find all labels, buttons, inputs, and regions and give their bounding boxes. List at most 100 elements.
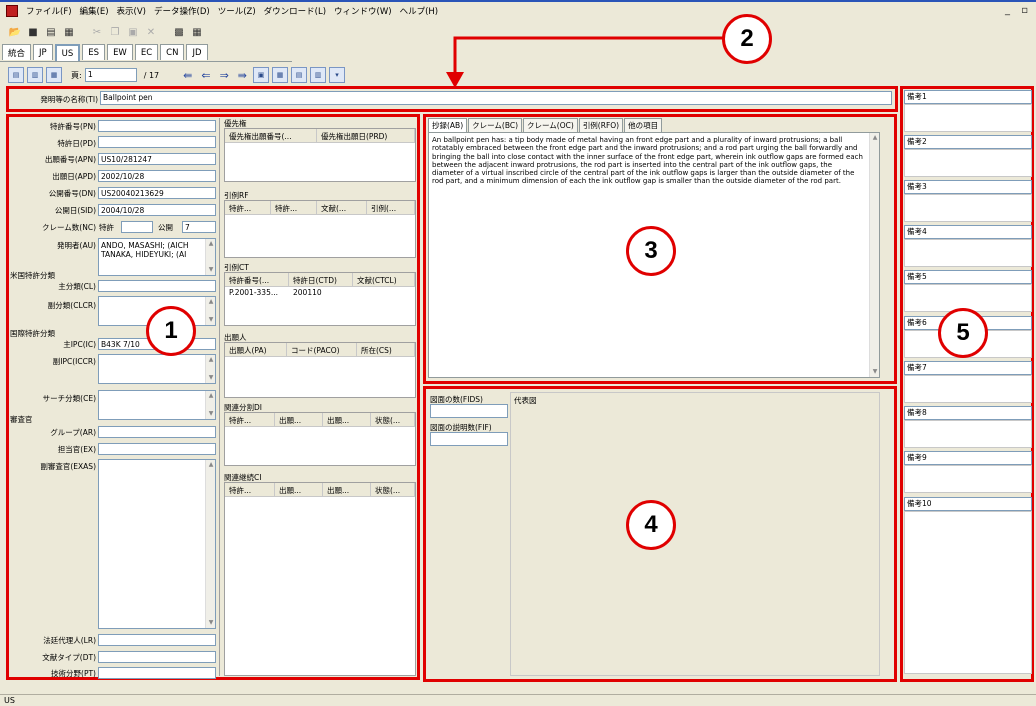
remark-dropdown-icon[interactable]: ▾ [329, 67, 345, 83]
remark-9-body[interactable] [904, 465, 1032, 493]
cl-field[interactable] [98, 280, 216, 292]
pn-field[interactable] [98, 120, 216, 132]
grid-icon[interactable]: ▩ [172, 25, 186, 39]
remark-4-body[interactable] [904, 239, 1032, 267]
pd-field[interactable] [98, 136, 216, 148]
ci-col-3[interactable]: 出願... [323, 483, 371, 496]
window-controls[interactable]: _ ▫ [1005, 5, 1032, 16]
last-page-icon[interactable]: ⇛ [235, 69, 250, 82]
tab-claims-oc[interactable]: クレーム(OC) [523, 118, 578, 132]
ar-field[interactable] [98, 426, 216, 438]
tab-citations[interactable]: 引例(RFO) [578, 118, 624, 132]
di-col-1[interactable]: 特許... [225, 413, 275, 426]
tab-ec[interactable]: EC [134, 44, 159, 60]
remark-1-body[interactable] [904, 104, 1032, 132]
di-grid[interactable]: 特許... 出願... 出願... 状態(... [224, 412, 416, 466]
search-icon[interactable]: ▥ [310, 67, 326, 83]
menu-window[interactable]: ウィンドウ(W) [330, 5, 396, 17]
save-icon[interactable]: ■ [26, 25, 40, 39]
title-field[interactable]: Ballpoint pen [100, 91, 892, 105]
menu-tools[interactable]: ツール(Z) [214, 5, 260, 17]
menu-view[interactable]: 表示(V) [113, 5, 150, 17]
apd-field[interactable]: 2002/10/28 [98, 170, 216, 182]
inventor-field[interactable]: ANDO, MASASHI; (AICH TANAKA, HIDEYUKI; (… [98, 238, 216, 276]
remark-7-field[interactable]: 備考7 [904, 361, 1032, 375]
ct-col-number[interactable]: 特許番号(... [225, 273, 289, 286]
tab-claims-bc[interactable]: クレーム(BC) [468, 118, 523, 132]
tab-jp[interactable]: JP [33, 44, 53, 60]
clcr-scrollbar[interactable]: ▲ ▼ [205, 297, 215, 325]
ci-grid[interactable]: 特許... 出願... 出願... 状態(... [224, 482, 416, 676]
fif-field[interactable] [430, 432, 508, 446]
delete-icon[interactable]: ✕ [144, 25, 158, 39]
fids-field[interactable] [430, 404, 508, 418]
menu-help[interactable]: ヘルプ(H) [396, 5, 443, 17]
rf-col-3[interactable]: 文献(... [317, 201, 367, 214]
calendar-icon[interactable]: ▦ [190, 25, 204, 39]
remark-7-body[interactable] [904, 375, 1032, 403]
remark-2-field[interactable]: 備考2 [904, 135, 1032, 149]
menu-file[interactable]: ファイル(F) [22, 5, 76, 17]
remark-3-body[interactable] [904, 194, 1032, 222]
rf-grid[interactable]: 特許... 特許... 文献(... 引例(... [224, 200, 416, 258]
applicant-col-code[interactable]: コード(PACO) [287, 343, 357, 356]
rf-col-4[interactable]: 引例(... [367, 201, 415, 214]
ct-col-doc[interactable]: 文献(CTCL) [353, 273, 415, 286]
list-view-icon[interactable]: ▤ [8, 67, 24, 83]
cut-icon[interactable]: ✂ [90, 25, 104, 39]
detail-view-icon[interactable]: ▥ [27, 67, 43, 83]
applicant-col-name[interactable]: 出願人(PA) [225, 343, 287, 356]
tab-cn[interactable]: CN [160, 44, 185, 60]
apn-field[interactable]: US10/281247 [98, 153, 216, 165]
table-row[interactable]: P.2001-335... 200110 [225, 287, 415, 298]
remark-5-field[interactable]: 備考5 [904, 270, 1032, 284]
applicant-grid[interactable]: 出願人(PA) コード(PACO) 所在(CS) [224, 342, 416, 398]
sid-field[interactable]: 2004/10/28 [98, 204, 216, 216]
history-icon[interactable]: ▤ [291, 67, 307, 83]
remark-10-body[interactable] [904, 511, 1032, 674]
remark-2-body[interactable] [904, 149, 1032, 177]
print-icon[interactable]: ▦ [62, 25, 76, 39]
applicant-col-location[interactable]: 所在(CS) [357, 343, 415, 356]
remark-1-field[interactable]: 備考1 [904, 90, 1032, 104]
paste-icon[interactable]: ▣ [126, 25, 140, 39]
tab-es[interactable]: ES [82, 44, 106, 60]
open-folder-icon[interactable]: 📂 [8, 25, 22, 39]
inventor-scrollbar[interactable]: ▲ ▼ [205, 239, 215, 275]
nc-pub-field[interactable]: 7 [182, 221, 216, 233]
di-col-2[interactable]: 出願... [275, 413, 323, 426]
iccr-scrollbar[interactable]: ▲ ▼ [205, 355, 215, 383]
copy-icon[interactable]: ❐ [108, 25, 122, 39]
ci-col-1[interactable]: 特許... [225, 483, 275, 496]
nc-patent-field[interactable] [121, 221, 153, 233]
tab-jd[interactable]: JD [186, 44, 208, 60]
dn-field[interactable]: US20040213629 [98, 187, 216, 199]
rf-col-2[interactable]: 特許... [271, 201, 317, 214]
exas-scrollbar[interactable]: ▲ ▼ [205, 460, 215, 628]
ce-scrollbar[interactable]: ▲ ▼ [205, 391, 215, 419]
first-page-icon[interactable]: ⇚ [180, 69, 195, 82]
priority-grid[interactable]: 優先権出願番号(... 優先権出願日(PRD) [224, 128, 416, 182]
prev-page-icon[interactable]: ⇐ [198, 69, 213, 82]
tab-integrated[interactable]: 統合 [2, 44, 32, 60]
menu-data[interactable]: データ操作(D) [150, 5, 214, 17]
tab-ew[interactable]: EW [107, 44, 133, 60]
ce-field[interactable]: ▲ ▼ [98, 390, 216, 420]
export-icon[interactable]: ▣ [253, 67, 269, 83]
remark-8-body[interactable] [904, 420, 1032, 448]
ci-col-2[interactable]: 出願... [275, 483, 323, 496]
ct-grid[interactable]: 特許番号(... 特許日(CTD) 文献(CTCL) P.2001-335... 20… [224, 272, 416, 326]
ci-col-4[interactable]: 状態(... [371, 483, 415, 496]
abstract-scrollbar[interactable]: ▲ ▼ [869, 133, 879, 377]
dt-field[interactable] [98, 651, 216, 663]
lr-field[interactable] [98, 634, 216, 646]
exas-field[interactable]: ▲ ▼ [98, 459, 216, 629]
remark-10-field[interactable]: 備考10 [904, 497, 1032, 511]
pt-field[interactable] [98, 667, 216, 679]
next-page-icon[interactable]: ⇒ [217, 69, 232, 82]
menu-download[interactable]: ダウンロード(L) [260, 5, 330, 17]
ct-col-date[interactable]: 特許日(CTD) [289, 273, 353, 286]
print-preview-icon[interactable]: ▤ [44, 25, 58, 39]
tab-abstract[interactable]: 抄録(AB) [428, 118, 468, 132]
remark-4-field[interactable]: 備考4 [904, 225, 1032, 239]
